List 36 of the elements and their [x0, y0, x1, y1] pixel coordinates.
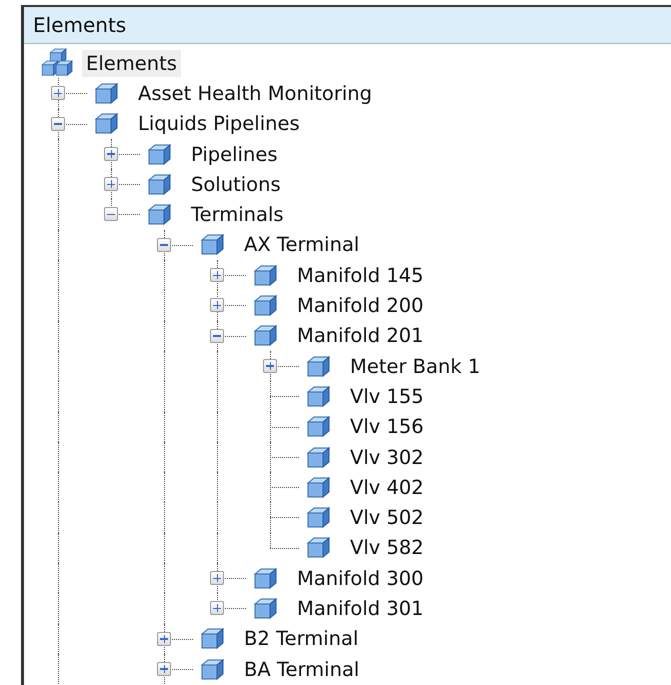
tree-item[interactable]: Meter Bank 1: [346, 352, 484, 380]
tree-item[interactable]: Liquids Pipelines: [134, 110, 304, 138]
tree-item[interactable]: Manifold 145: [293, 262, 428, 289]
expand-icon[interactable]: [104, 177, 118, 192]
expand-icon[interactable]: [157, 662, 171, 676]
tree-item[interactable]: Manifold 300: [293, 564, 428, 592]
collapse-icon[interactable]: [210, 328, 224, 343]
panel-title: Elements: [24, 7, 671, 44]
tree-item[interactable]: Vlv 302: [346, 444, 428, 470]
tree-item[interactable]: Terminals: [187, 201, 288, 228]
tree-item[interactable]: Manifold 201: [293, 322, 428, 350]
expand-icon[interactable]: [210, 268, 224, 282]
tree-item[interactable]: Solutions: [187, 170, 285, 198]
expand-icon[interactable]: [51, 86, 65, 100]
tree-item[interactable]: Vlv 155: [346, 382, 428, 410]
collapse-icon[interactable]: [51, 116, 65, 131]
tree-item[interactable]: Asset Health Monitoring: [134, 80, 376, 107]
expand-icon[interactable]: [210, 601, 224, 616]
tree-item[interactable]: Vlv 156: [346, 413, 428, 440]
expand-icon[interactable]: [157, 632, 171, 646]
tree-item[interactable]: Vlv 582: [346, 534, 428, 562]
tree-item[interactable]: BA Terminal: [240, 656, 364, 683]
expand-icon[interactable]: [104, 146, 118, 161]
collapse-icon[interactable]: [104, 207, 118, 222]
expand-icon[interactable]: [263, 358, 277, 373]
tree-item[interactable]: Pipelines: [187, 140, 282, 168]
tree-item[interactable]: Manifold 200: [293, 292, 428, 320]
expand-icon[interactable]: [210, 571, 224, 586]
collapse-icon[interactable]: [157, 238, 171, 252]
tree-item[interactable]: Manifold 301: [293, 594, 428, 622]
tree-item[interactable]: Vlv 402: [346, 474, 428, 501]
tree-item[interactable]: Elements: [82, 50, 181, 77]
tree-item[interactable]: B2 Terminal: [240, 625, 362, 652]
tree-item[interactable]: AX Terminal: [240, 231, 364, 258]
tree-item[interactable]: Vlv 502: [346, 504, 428, 532]
expand-icon[interactable]: [210, 298, 224, 312]
